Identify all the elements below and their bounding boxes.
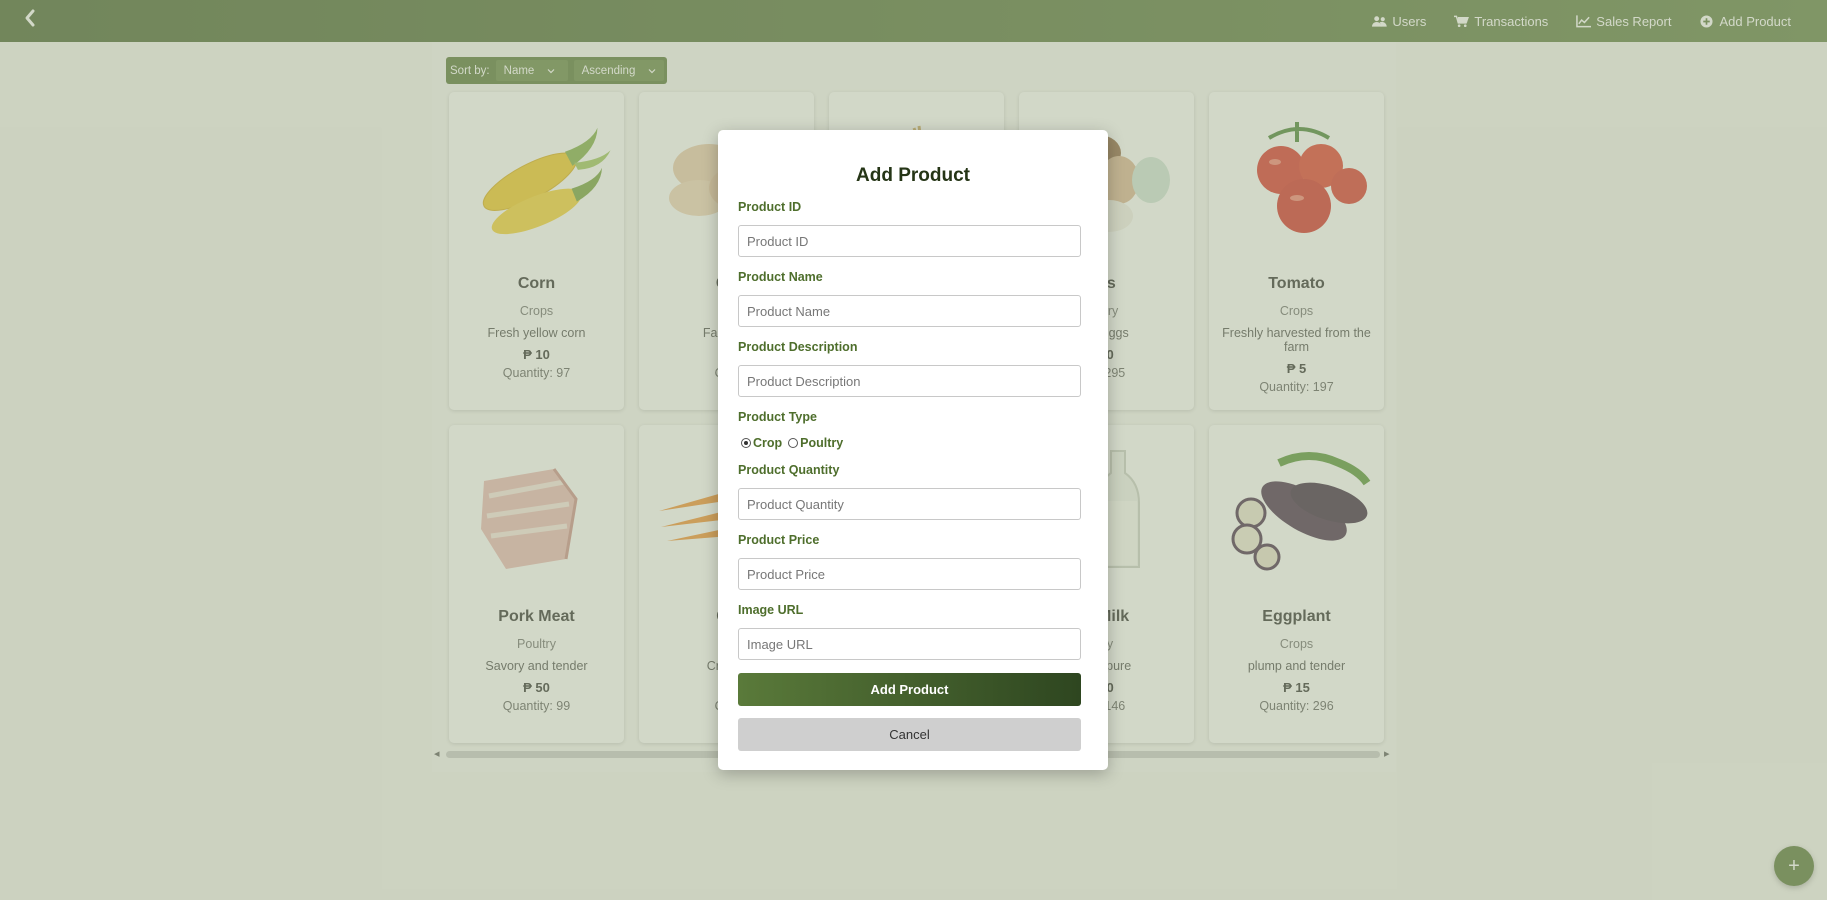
product-description-label: Product Description [738,340,858,354]
product-price-input[interactable] [738,558,1081,590]
image-url-input[interactable] [738,628,1081,660]
product-name-label: Product Name [738,270,823,284]
product-description-input[interactable] [738,365,1081,397]
radio-crop-dot[interactable] [741,438,751,448]
radio-poultry-dot[interactable] [788,438,799,448]
product-id-label: Product ID [738,200,802,214]
cancel-button[interactable]: Cancel [738,718,1081,751]
add-product-modal: Add Product Product ID Product Name Prod… [718,130,1108,770]
add-product-submit-button[interactable]: Add Product [738,673,1081,706]
product-id-input[interactable] [738,225,1081,257]
product-type-radio-group: Crop Poultry [741,436,843,450]
product-price-label: Product Price [738,533,820,547]
image-url-label: Image URL [738,603,804,617]
radio-crop[interactable]: Crop [741,436,782,450]
product-type-label: Product Type [738,410,817,424]
radio-poultry-label: Poultry [800,436,844,450]
radio-poultry[interactable]: Poultry [788,436,843,450]
product-name-input[interactable] [738,295,1081,327]
modal-title: Add Product [856,165,970,186]
radio-crop-label: Crop [753,436,783,450]
product-quantity-label: Product Quantity [738,463,840,477]
product-quantity-input[interactable] [738,488,1081,520]
